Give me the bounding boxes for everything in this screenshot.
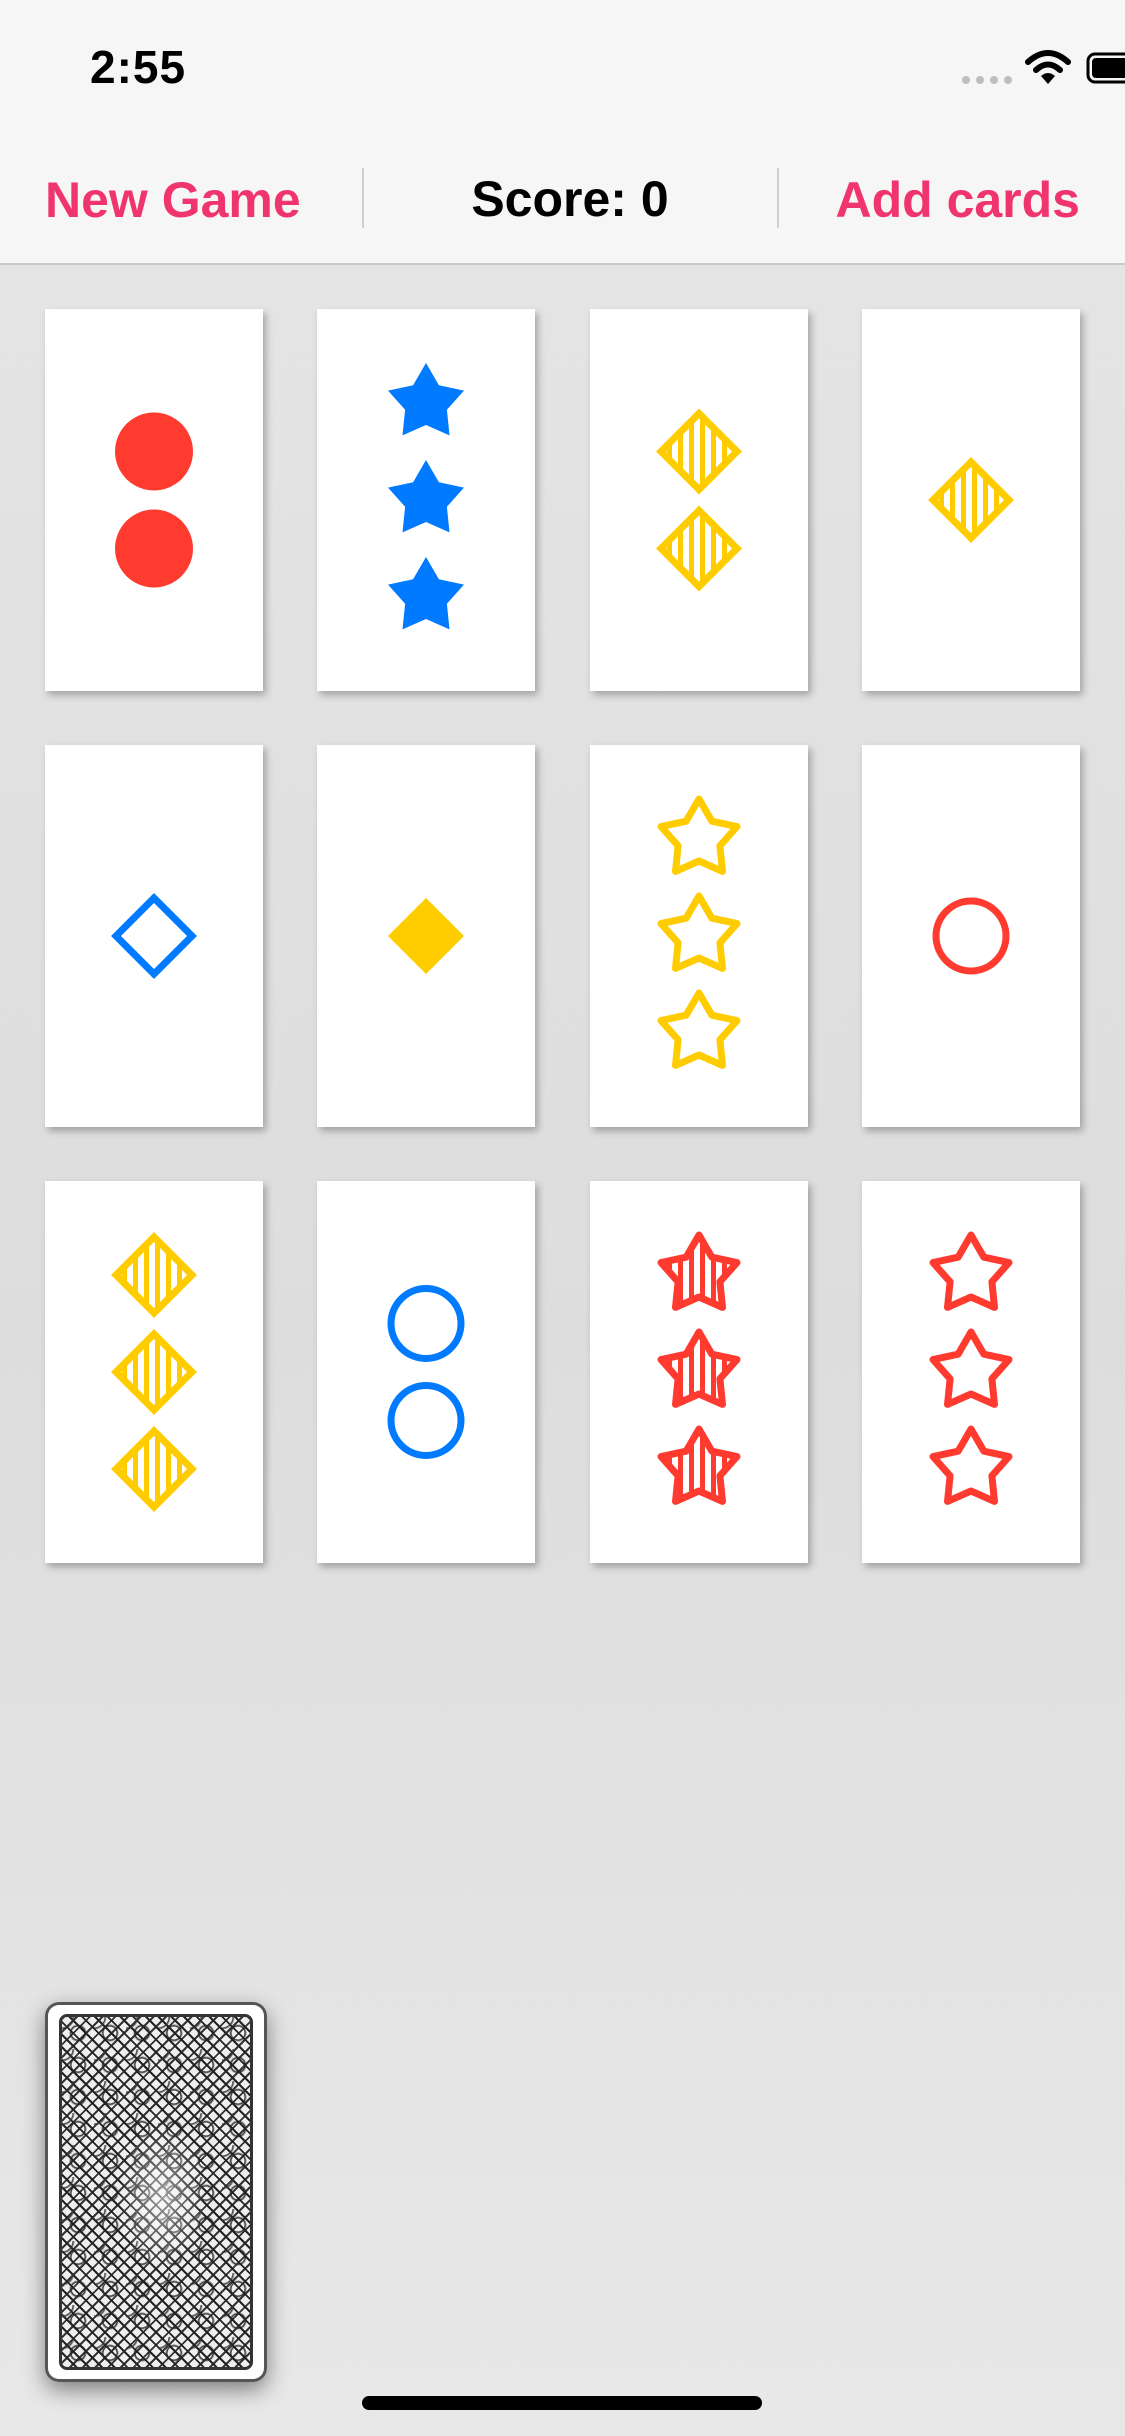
set-card[interactable]	[45, 1181, 263, 1563]
toolbar-divider	[777, 168, 779, 228]
set-card[interactable]	[862, 1181, 1080, 1563]
add-cards-button[interactable]: Add cards	[835, 168, 1080, 232]
diamond-symbol	[111, 1232, 197, 1318]
card-symbols	[115, 412, 193, 588]
set-card[interactable]	[317, 1181, 535, 1563]
set-card[interactable]	[590, 745, 808, 1127]
set-card[interactable]	[862, 309, 1080, 691]
card-symbols	[388, 363, 464, 630]
status-time: 2:55	[90, 41, 187, 93]
circle-symbol	[115, 412, 193, 491]
set-card[interactable]	[317, 309, 535, 691]
wifi-icon	[1025, 50, 1071, 84]
set-card[interactable]	[862, 745, 1080, 1127]
set-card[interactable]	[590, 1181, 808, 1563]
diamond-symbol	[111, 1426, 197, 1512]
star-symbol	[929, 1231, 1013, 1311]
diamond-symbol	[656, 505, 742, 592]
card-symbols	[932, 897, 1010, 975]
circle-symbol	[387, 1382, 465, 1459]
card-symbols	[111, 893, 197, 979]
diamond-symbol	[656, 408, 742, 495]
new-game-button[interactable]: New Game	[45, 168, 301, 232]
score-label: Score: 0	[471, 171, 669, 227]
card-back-ornament	[117, 2122, 207, 2272]
set-card[interactable]	[317, 745, 535, 1127]
battery-icon	[1086, 52, 1125, 84]
set-card[interactable]	[45, 745, 263, 1127]
star-symbol	[388, 460, 464, 533]
set-card[interactable]	[45, 309, 263, 691]
card-symbols	[656, 408, 742, 592]
signal-icon	[962, 76, 1012, 84]
set-card[interactable]	[590, 309, 808, 691]
star-symbol	[657, 989, 741, 1069]
star-symbol	[929, 1328, 1013, 1408]
star-symbol	[657, 795, 741, 875]
card-symbols	[928, 457, 1014, 543]
star-symbol	[657, 1425, 741, 1505]
top-bar: 2:55 New Game Score: 0 Add cards	[0, 0, 1125, 265]
circle-symbol	[387, 1285, 465, 1362]
card-back-pattern-icon	[59, 2014, 253, 2370]
diamond-symbol	[388, 898, 464, 974]
star-symbol	[929, 1425, 1013, 1505]
star-symbol	[657, 1231, 741, 1311]
card-symbols	[657, 795, 741, 1069]
star-symbol	[388, 557, 464, 630]
circle-symbol	[932, 897, 1010, 975]
home-indicator[interactable]	[362, 2396, 762, 2410]
card-symbols	[111, 1232, 197, 1512]
circle-symbol	[115, 509, 193, 588]
diamond-symbol	[928, 457, 1014, 543]
card-symbols	[929, 1231, 1013, 1505]
card-symbols	[387, 1285, 465, 1459]
card-symbols	[657, 1231, 741, 1505]
star-symbol	[657, 892, 741, 972]
star-symbol	[657, 1328, 741, 1408]
diamond-symbol	[111, 893, 197, 979]
card-deck[interactable]	[45, 2002, 267, 2382]
card-symbols	[388, 898, 464, 974]
star-symbol	[388, 363, 464, 436]
diamond-symbol	[111, 1329, 197, 1415]
